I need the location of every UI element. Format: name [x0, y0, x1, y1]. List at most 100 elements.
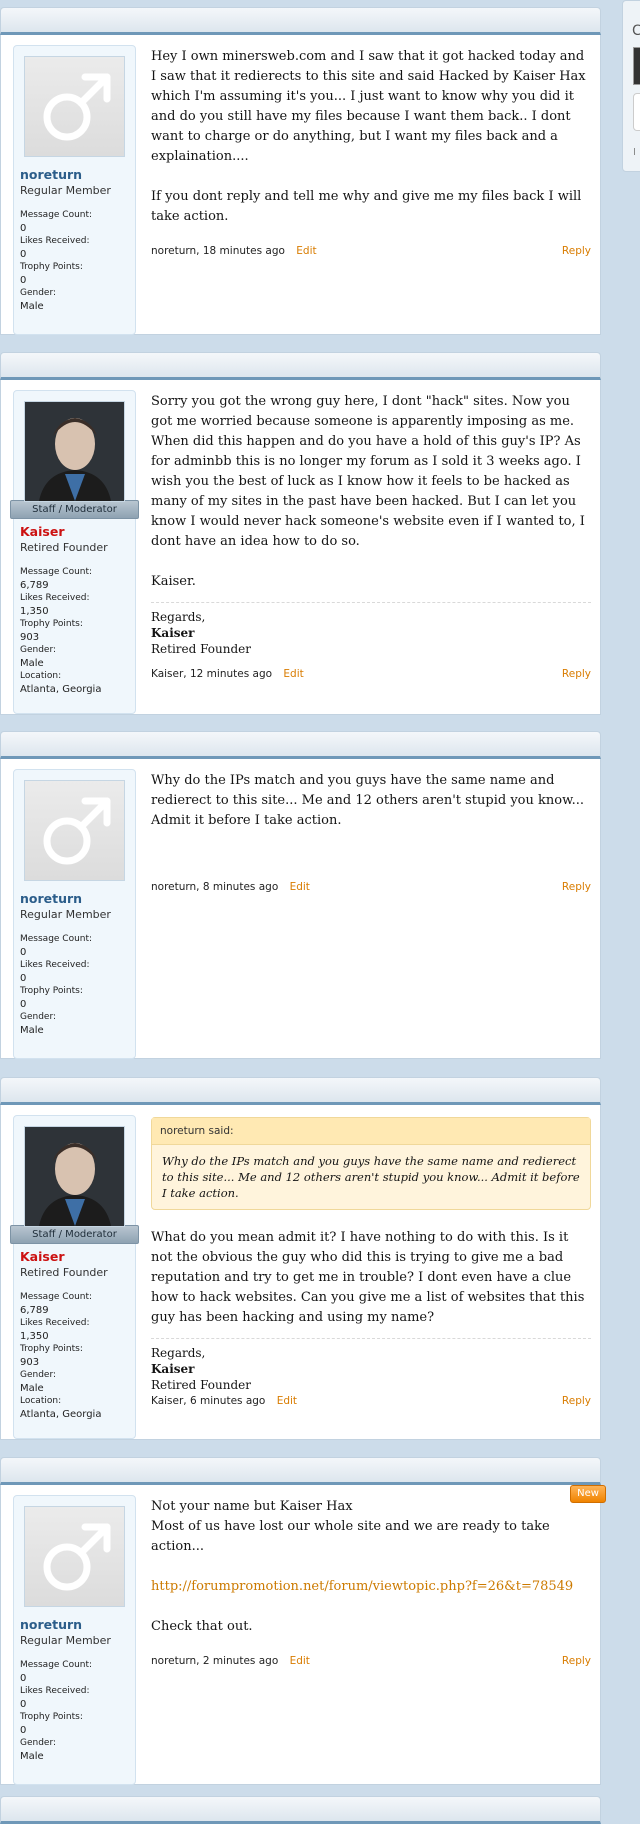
avatar[interactable] — [24, 1506, 125, 1607]
stat-label: Trophy Points: — [20, 986, 83, 996]
reply-link[interactable]: Reply — [562, 1655, 591, 1667]
username-link[interactable]: Kaiser — [20, 1249, 129, 1264]
stat-label: Message Count: — [20, 567, 93, 577]
stat-label: Likes Received: — [20, 1318, 90, 1328]
user-stats: Message Count: 0 Likes Received: 0 Troph… — [20, 1659, 129, 1763]
post-header — [0, 731, 601, 759]
message-paragraph: Hey I own minersweb.com and I saw that i… — [151, 49, 586, 164]
message-body: Not your name but Kaiser Hax Most of us … — [151, 1497, 591, 1637]
author-time[interactable]: noreturn, 8 minutes ago — [151, 881, 278, 893]
post-header — [0, 352, 601, 380]
user-stats: Message Count: 6,789 Likes Received: 1,3… — [20, 1291, 129, 1421]
username-link[interactable]: Kaiser — [20, 524, 129, 539]
stat-label: Gender: — [20, 645, 57, 655]
message-meta: Kaiser, 12 minutes ago Edit Reply — [151, 668, 591, 680]
post: noreturn Regular Member Message Count: 0… — [0, 35, 601, 335]
sidebar-button[interactable] — [633, 93, 640, 131]
message-paragraph: What do you mean admit it? I have nothin… — [151, 1230, 585, 1325]
user-info: noreturn Regular Member Message Count: 0… — [13, 769, 136, 1059]
external-link[interactable]: http://forumpromotion.net/forum/viewtopi… — [151, 1579, 573, 1594]
avatar[interactable] — [24, 1126, 125, 1227]
message-paragraph: Why do the IPs match and you guys have t… — [151, 773, 585, 828]
edit-link[interactable]: Edit — [283, 668, 303, 680]
username-link[interactable]: noreturn — [20, 1617, 129, 1632]
author-time[interactable]: Kaiser, 12 minutes ago — [151, 668, 272, 680]
stat-label: Trophy Points: — [20, 619, 83, 629]
user-photo — [25, 1127, 124, 1226]
user-info: noreturn Regular Member Message Count: 0… — [13, 1495, 136, 1785]
quote-text: Why do the IPs match and you guys have t… — [162, 1154, 580, 1200]
message-body: Why do the IPs match and you guys have t… — [151, 771, 591, 831]
post: New noreturn Regular Member Message Coun… — [0, 1485, 606, 1785]
message-paragraph: Kaiser. — [151, 574, 196, 589]
stat-value: Atlanta, Georgia — [20, 684, 102, 695]
stat-value: Male — [20, 658, 44, 669]
sidebar-image[interactable] — [633, 47, 640, 85]
user-info: Staff / Moderator Kaiser Retired Founder… — [10, 390, 139, 714]
message-meta: noreturn, 2 minutes ago Edit Reply — [151, 1655, 591, 1667]
avatar[interactable] — [24, 780, 125, 881]
stat-label: Gender: — [20, 1012, 57, 1022]
signature-title: Retired Founder — [151, 642, 252, 656]
username-link[interactable]: noreturn — [20, 167, 129, 182]
post-header — [0, 1077, 601, 1105]
stat-value: 0 — [20, 947, 27, 958]
stat-label: Likes Received: — [20, 593, 90, 603]
reply-link[interactable]: Reply — [562, 668, 591, 680]
edit-link[interactable]: Edit — [290, 1655, 310, 1667]
author-time[interactable]: Kaiser, 6 minutes ago — [151, 1395, 265, 1407]
staff-banner: Staff / Moderator — [10, 1225, 139, 1244]
avatar[interactable] — [24, 401, 125, 502]
stat-value: 0 — [20, 249, 27, 260]
male-icon — [43, 1523, 111, 1591]
stat-label: Gender: — [20, 1370, 57, 1380]
stat-value: 0 — [20, 275, 27, 286]
avatar[interactable] — [24, 56, 125, 157]
staff-banner: Staff / Moderator — [10, 500, 139, 519]
signature: Regards, Kaiser Retired Founder — [151, 1338, 591, 1393]
user-stats: Message Count: 0 Likes Received: 0 Troph… — [20, 209, 129, 313]
edit-link[interactable]: Edit — [290, 881, 310, 893]
stat-label: Location: — [20, 1396, 62, 1406]
stat-value: 903 — [20, 1357, 40, 1368]
edit-link[interactable]: Edit — [296, 245, 316, 257]
author-time[interactable]: noreturn, 2 minutes ago — [151, 1655, 278, 1667]
stat-value: 0 — [20, 973, 27, 984]
message-body: Sorry you got the wrong guy here, I dont… — [151, 392, 591, 657]
user-title: Regular Member — [20, 908, 111, 921]
stat-value: 903 — [20, 632, 40, 643]
quote-block: noreturn said: Why do the IPs match and … — [151, 1117, 591, 1210]
stat-value: Atlanta, Georgia — [20, 1409, 102, 1420]
message-meta: Kaiser, 6 minutes ago Edit Reply — [151, 1395, 591, 1407]
message-paragraph: Sorry you got the wrong guy here, I dont… — [151, 394, 585, 549]
stat-value: Male — [20, 1383, 44, 1394]
user-title: Retired Founder — [20, 541, 108, 554]
author-time[interactable]: noreturn, 18 minutes ago — [151, 245, 285, 257]
male-icon — [43, 797, 111, 865]
stat-label: Gender: — [20, 1738, 57, 1748]
reply-link[interactable]: Reply — [562, 881, 591, 893]
user-info: Staff / Moderator Kaiser Retired Founder… — [10, 1115, 139, 1439]
stat-value: 6,789 — [20, 1305, 49, 1316]
stat-label: Location: — [20, 671, 62, 681]
post: noreturn Regular Member Message Count: 0… — [0, 759, 601, 1059]
stat-value: 0 — [20, 1673, 27, 1684]
stat-value: 0 — [20, 223, 27, 234]
reply-link[interactable]: Reply — [562, 1395, 591, 1407]
stat-value: 0 — [20, 1725, 27, 1736]
user-photo — [25, 402, 124, 501]
stat-label: Likes Received: — [20, 960, 90, 970]
stat-value: 6,789 — [20, 580, 49, 591]
edit-link[interactable]: Edit — [277, 1395, 297, 1407]
reply-link[interactable]: Reply — [562, 245, 591, 257]
quote-author[interactable]: noreturn said: — [152, 1118, 590, 1145]
stat-label: Likes Received: — [20, 1686, 90, 1696]
post-header — [0, 1457, 601, 1485]
signature-regards: Regards, — [151, 610, 206, 624]
message-body: Hey I own minersweb.com and I saw that i… — [151, 47, 591, 227]
stat-value: 0 — [20, 999, 27, 1010]
message-line: Most of us have lost our whole site and … — [151, 1519, 550, 1554]
stat-value: 1,350 — [20, 606, 49, 617]
male-icon — [43, 73, 111, 141]
username-link[interactable]: noreturn — [20, 891, 129, 906]
